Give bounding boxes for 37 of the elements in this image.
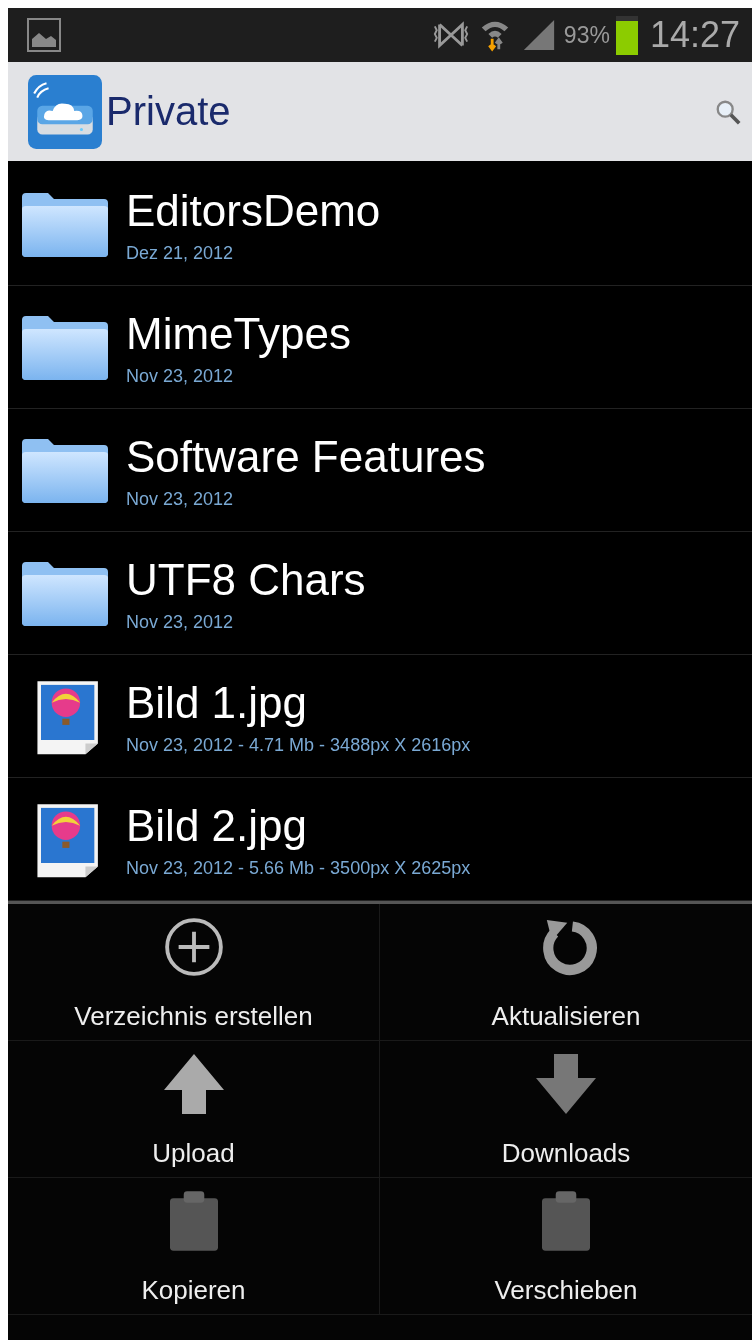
menu-label: Verzeichnis erstellen xyxy=(74,1001,313,1032)
menu-label: Kopieren xyxy=(141,1275,246,1306)
file-name: UTF8 Chars xyxy=(126,553,366,606)
menu-item[interactable]: Upload xyxy=(8,1041,380,1178)
menu-item[interactable]: Aktualisieren xyxy=(380,904,752,1041)
screen-title: Private xyxy=(106,89,232,134)
file-name: EditorsDemo xyxy=(126,184,381,237)
file-details: Nov 23, 2012 xyxy=(126,365,235,387)
menu-item[interactable]: Verschieben xyxy=(380,1178,752,1315)
file-list-item[interactable]: Software Features Nov 23, 2012 xyxy=(8,409,752,532)
menu-label: Downloads xyxy=(501,1138,631,1169)
down-arrow-icon xyxy=(534,1052,598,1116)
file-name: Bild 2.jpg xyxy=(126,799,308,852)
file-details: Nov 23, 2012 - 5.66 Mb - 3500px X 2625px xyxy=(126,857,471,879)
menu-item[interactable]: Kopieren xyxy=(8,1178,380,1315)
file-list-item[interactable]: MimeTypes Nov 23, 2012 xyxy=(8,286,752,409)
menu-label: Aktualisieren xyxy=(491,1001,641,1032)
menu-item[interactable]: Verzeichnis erstellen xyxy=(8,904,380,1041)
file-list-item[interactable]: UTF8 Chars Nov 23, 2012 xyxy=(8,532,752,655)
file-list-item[interactable]: EditorsDemo Dez 21, 2012 xyxy=(8,163,752,286)
file-details: Nov 23, 2012 - 4.71 Mb - 3488px X 2616px xyxy=(126,734,471,756)
file-details: Nov 23, 2012 xyxy=(126,611,235,633)
image-icon xyxy=(26,17,62,53)
file-list-item[interactable]: Bild 1.jpg Nov 23, 2012 - 4.71 Mb - 3488px X 2616px xyxy=(8,655,752,778)
app-logo-icon[interactable] xyxy=(28,74,102,149)
menu-label: Verschieben xyxy=(494,1275,638,1306)
file-name: MimeTypes xyxy=(126,307,351,360)
clock: 14:27 xyxy=(649,14,740,56)
file-name: Software Features xyxy=(126,430,486,483)
file-name: Bild 1.jpg xyxy=(126,676,308,729)
menu-item[interactable]: Downloads xyxy=(380,1041,752,1178)
battery-icon xyxy=(615,15,638,55)
up-arrow-icon xyxy=(161,1052,226,1116)
file-details: Nov 23, 2012 xyxy=(126,488,235,510)
battery-percentage: 93% xyxy=(563,21,610,49)
menu-label: Upload xyxy=(152,1138,235,1169)
file-details: Dez 21, 2012 xyxy=(126,242,235,264)
